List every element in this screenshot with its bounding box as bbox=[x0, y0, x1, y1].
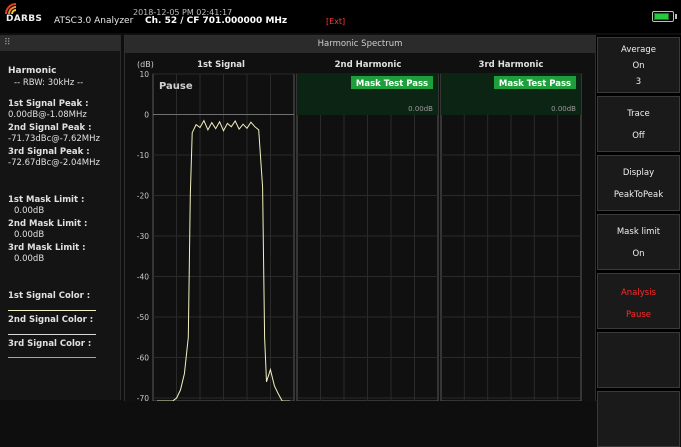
signal-color-2-label: 2nd Signal Color : bbox=[8, 315, 94, 325]
y-tick-label: -50 bbox=[137, 313, 149, 322]
mask-pass-text-3rd: Mask Test Pass bbox=[499, 79, 571, 89]
mask-value-2nd: 0.00dB bbox=[408, 105, 433, 113]
info-panel-header[interactable]: ⠿ bbox=[0, 35, 120, 51]
y-tick-label: 0 bbox=[144, 111, 149, 120]
peak-3-label: 3rd Signal Peak : bbox=[8, 147, 90, 157]
analysis-button-state: Pause bbox=[626, 310, 651, 320]
average-button-label: Average bbox=[621, 45, 656, 55]
display-button-state: PeakToPeak bbox=[613, 190, 664, 200]
mask-limit-3-label: 3rd Mask Limit : bbox=[8, 243, 86, 253]
channel-info: Ch. 52 / CF 701.000000 MHz bbox=[145, 16, 288, 26]
analysis-button-label: Analysis bbox=[620, 288, 657, 298]
peak-1-label: 1st Signal Peak : bbox=[8, 99, 89, 109]
signal-color-1-label: 1st Signal Color : bbox=[8, 291, 91, 301]
harmonic-spectrum-chart: (dB) 1st Signal 2nd Harmonic 3rd Harmoni… bbox=[137, 60, 582, 401]
average-button[interactable]: Average On 3 bbox=[597, 37, 680, 93]
y-tick-label: -40 bbox=[137, 273, 149, 282]
brand-name: DARBS bbox=[6, 14, 43, 24]
mask-limit-1-value: 0.00dB bbox=[14, 206, 45, 216]
mask-value-3rd: 0.00dB bbox=[551, 105, 576, 113]
mask-limit-button-label: Mask limit bbox=[616, 227, 661, 237]
mask-limit-button[interactable]: Mask limit On bbox=[597, 214, 680, 270]
mask-limit-2-label: 2nd Mask Limit : bbox=[8, 219, 88, 229]
trace-button-label: Trace bbox=[627, 109, 650, 119]
y-tick-label: -20 bbox=[137, 192, 149, 201]
column-title-3rd-harmonic: 3rd Harmonic bbox=[479, 60, 544, 70]
mask-limit-3-value: 0.00dB bbox=[14, 254, 45, 264]
rbw-label: -- RBW: 30kHz -- bbox=[14, 78, 84, 88]
softkey-panel: Average On 3 Trace Off Display PeakToPea… bbox=[596, 35, 681, 447]
average-button-count: 3 bbox=[635, 77, 642, 87]
panel-title: Harmonic bbox=[8, 66, 57, 76]
signal-color-3-swatch bbox=[8, 357, 96, 358]
column-title-1st-signal: 1st Signal bbox=[197, 60, 245, 70]
y-tick-label: -60 bbox=[137, 354, 149, 363]
y-tick-label: -30 bbox=[137, 232, 149, 241]
pause-label: Pause bbox=[159, 81, 193, 92]
drag-handle-icon[interactable]: ⠿ bbox=[4, 38, 11, 48]
softkey-6-button[interactable] bbox=[597, 332, 680, 388]
spectrum-panel: Harmonic Spectrum (dB) 1st Signal 2nd Ha… bbox=[124, 35, 596, 401]
signal-color-3-label: 3rd Signal Color : bbox=[8, 339, 92, 349]
top-bar: DARBS 2018-12-05 PM 02:41:17 ATSC3.0 Ana… bbox=[0, 0, 681, 33]
peak-2-value: -71.73dBc@-7.62MHz bbox=[8, 134, 100, 144]
peak-1-value: 0.00dB@-1.08MHz bbox=[8, 110, 87, 120]
mask-limit-1-label: 1st Mask Limit : bbox=[8, 195, 85, 205]
display-button[interactable]: Display PeakToPeak bbox=[597, 155, 680, 211]
battery-icon bbox=[652, 11, 677, 22]
softkey-7-button[interactable] bbox=[597, 391, 680, 447]
analysis-button[interactable]: Analysis Pause bbox=[597, 273, 680, 329]
y-tick-label: -10 bbox=[137, 151, 149, 160]
signal-color-1-swatch bbox=[8, 310, 96, 311]
info-panel: ⠿ Harmonic -- RBW: 30kHz -- 1st Signal P… bbox=[0, 35, 121, 400]
mask-limit-button-state: On bbox=[632, 249, 645, 259]
trace-button-state: Off bbox=[632, 131, 645, 141]
trace-button[interactable]: Trace Off bbox=[597, 96, 680, 152]
signal-color-2-swatch bbox=[8, 334, 96, 335]
y-tick-label: 10 bbox=[139, 70, 149, 79]
column-title-2nd-harmonic: 2nd Harmonic bbox=[335, 60, 402, 70]
mask-limit-2-value: 0.00dB bbox=[14, 230, 45, 240]
peak-3-value: -72.67dBc@-2.04MHz bbox=[8, 158, 100, 168]
exit-button[interactable]: [Ext] bbox=[326, 17, 345, 26]
y-unit-label: (dB) bbox=[137, 60, 154, 69]
display-button-label: Display bbox=[622, 168, 655, 178]
peak-2-label: 2nd Signal Peak : bbox=[8, 123, 92, 133]
app-title: ATSC3.0 Analyzer bbox=[54, 16, 134, 26]
mask-pass-text-2nd: Mask Test Pass bbox=[356, 79, 428, 89]
average-button-state: On bbox=[632, 61, 645, 71]
